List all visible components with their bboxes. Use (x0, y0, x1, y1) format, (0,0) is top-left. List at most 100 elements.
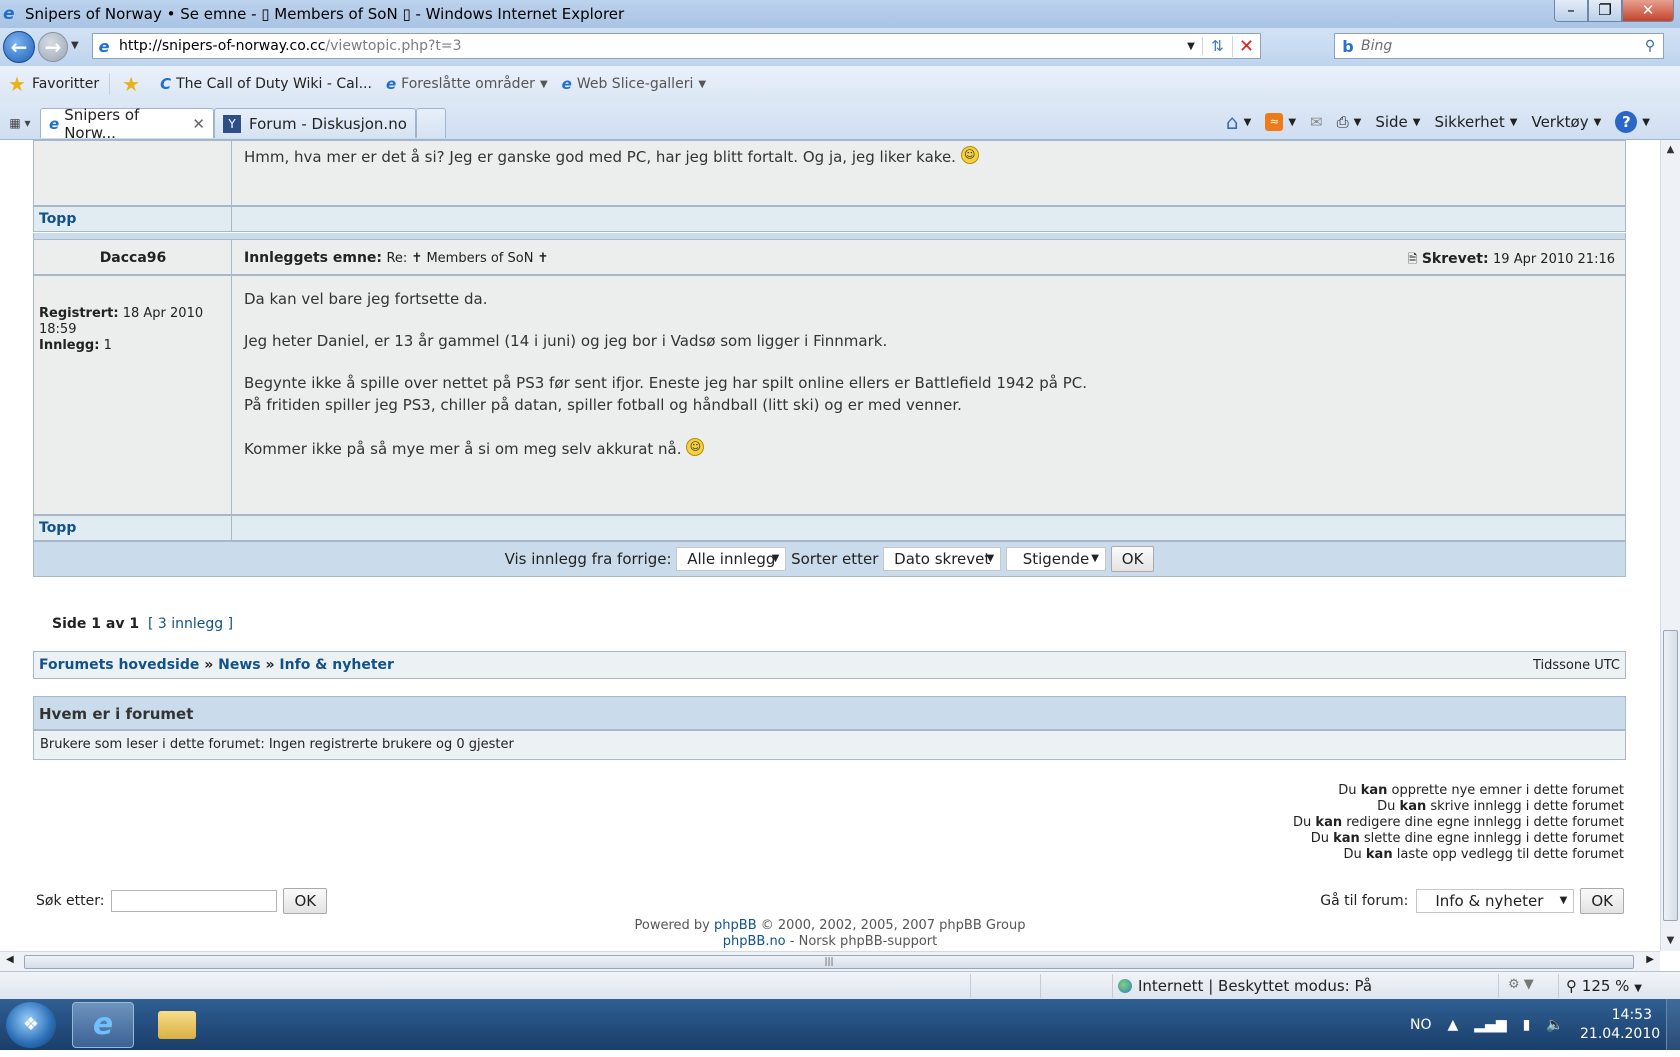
add-favorite-icon: ★ (122, 72, 141, 96)
show-desktop-button[interactable] (1666, 999, 1680, 1050)
sort-by-select[interactable]: Dato skrevet ▼ (883, 547, 1002, 571)
top-link[interactable]: Topp (39, 211, 76, 227)
registered-date: 18 Apr 2010 (122, 306, 204, 321)
favorites-button[interactable]: ★ Favoritter (8, 72, 99, 96)
taskbar-explorer-button[interactable] (146, 1002, 208, 1048)
help-button[interactable]: ? ▼ (1615, 111, 1650, 133)
scroll-up-icon[interactable]: ▲ (1661, 140, 1680, 160)
print-button[interactable]: ⎙ ▼ (1337, 113, 1362, 131)
add-favorite-button[interactable]: ★ (122, 72, 146, 96)
taskbar-ie-button[interactable]: e (72, 1002, 134, 1048)
horizontal-scrollbar[interactable]: ◀ ||| ▶ (0, 951, 1660, 971)
new-tab-button[interactable] (416, 108, 446, 138)
volume-icon[interactable]: 🔈 (1546, 1017, 1563, 1033)
mail-button[interactable]: ✉ (1310, 113, 1323, 131)
sort-order-select[interactable]: Stigende ▼ (1005, 547, 1106, 571)
search-box[interactable]: b Bing ⚲ (1334, 33, 1664, 59)
page-footer: Powered by phpBB © 2000, 2002, 2005, 200… (634, 918, 1026, 949)
navigation-bar: ← → ▼ e http://snipers-of-norway.co.cc/v… (0, 28, 1680, 66)
home-button[interactable]: ⌂ ▼ (1226, 110, 1251, 134)
back-button[interactable]: ← (3, 31, 35, 63)
taskbar: ❖ e NO ▲ ▂▄▆ ▮ 🔈 14:53 21.04.2010 (0, 999, 1680, 1050)
power-icon[interactable]: ▮ (1523, 1017, 1531, 1033)
chevron-down-icon: ▼ (771, 553, 780, 564)
registered-time: 18:59 (39, 322, 77, 337)
search-form: Søk etter: OK (36, 888, 328, 914)
post-line: Da kan vel bare jeg fortsette da. (244, 290, 488, 308)
scroll-thumb[interactable] (1663, 630, 1678, 921)
vertical-scrollbar[interactable]: ▲ ▼ (1660, 140, 1680, 951)
safety-menu[interactable]: Sikkerhet ▼ (1434, 113, 1517, 131)
post-count: [ 3 innlegg ] (147, 616, 234, 632)
window-title: Snipers of Norway • Se emne - ▯ Members … (25, 5, 625, 23)
zoom-level[interactable]: ⚲ 125 % ▼ (1566, 977, 1642, 995)
scroll-down-icon[interactable]: ▼ (1661, 931, 1680, 951)
forward-button[interactable]: → (38, 32, 68, 62)
show-posts-select[interactable]: Alle innlegg ▼ (676, 547, 787, 571)
security-zone[interactable]: Internett | Beskyttet modus: På (1118, 977, 1372, 995)
language-indicator[interactable]: NO (1410, 1017, 1432, 1033)
scroll-left-icon[interactable]: ◀ (6, 954, 14, 965)
whois-text: Brukere som leser i dette forumet: Ingen… (40, 737, 514, 752)
phpbb-no-link[interactable]: phpBB.no (723, 934, 786, 949)
refresh-icon[interactable]: ⇅ (1202, 37, 1232, 55)
forum-search-input[interactable] (111, 890, 278, 912)
posts-count: 1 (103, 338, 112, 353)
phpbb-link[interactable]: phpBB (714, 918, 757, 933)
address-dropdown-icon[interactable]: ▼ (1180, 41, 1202, 52)
fav-item-web-slice[interactable]: e Web Slice-galleri ▼ (562, 75, 706, 93)
sort-ok-button[interactable]: OK (1110, 546, 1155, 572)
post-subject-label: Innleggets emne: (244, 250, 383, 266)
breadcrumb-forum-index[interactable]: Forumets hovedside (39, 657, 199, 673)
post-line: Kommer ikke på så mye mer å si om meg se… (244, 440, 682, 458)
ie-icon: e (385, 75, 397, 93)
post-footer: Topp (33, 515, 1626, 541)
stop-icon[interactable]: ✕ (1232, 35, 1260, 57)
feeds-button[interactable]: ≈ ▼ (1265, 113, 1296, 131)
permission-line: Du kan opprette nye emner i dette forume… (1338, 783, 1624, 798)
tab-forum-diskusjon[interactable]: Y Forum - Diskusjon.no (214, 108, 416, 138)
network-icon[interactable]: ▂▄▆ (1474, 1017, 1506, 1033)
jump-forum-select[interactable]: Info & nyheter ▼ (1416, 889, 1575, 913)
tools-menu[interactable]: Verktøy ▼ (1531, 113, 1601, 131)
tab-snipers-of-norway[interactable]: e Snipers of Norw... ✕ (40, 106, 214, 142)
search-ok-button[interactable]: OK (283, 888, 328, 914)
chevron-down-icon: ▼ (986, 553, 995, 564)
search-label: Søk etter: (36, 893, 105, 909)
close-tab-icon[interactable]: ✕ (192, 115, 205, 133)
scroll-right-icon[interactable]: ▶ (1646, 954, 1654, 965)
start-button[interactable]: ❖ (6, 1002, 56, 1048)
whois-title: Hvem er i forumet (39, 705, 194, 723)
history-dropdown-icon[interactable]: ▼ (71, 40, 79, 51)
search-icon[interactable]: ⚲ (1637, 38, 1663, 54)
jump-ok-button[interactable]: OK (1580, 888, 1624, 914)
scroll-thumb-horizontal[interactable]: ||| (24, 955, 1634, 969)
quick-tabs-button[interactable]: ▦ ▾ (0, 108, 40, 138)
breadcrumb-news[interactable]: News (218, 657, 260, 673)
fav-item-suggested-sites[interactable]: e Foreslåtte områder ▼ (386, 75, 548, 93)
close-window-button[interactable]: ✕ (1622, 0, 1674, 22)
post-icon[interactable]: 🗎 (1408, 252, 1418, 266)
favorites-star-icon: ★ (8, 72, 26, 96)
window-titlebar: e Snipers of Norway • Se emne - ▯ Member… (0, 0, 1680, 28)
clock[interactable]: 14:53 21.04.2010 (1580, 1006, 1660, 1044)
fav-item-label: Foreslåtte områder (401, 76, 535, 92)
address-url[interactable]: http://snipers-of-norway.co.cc/viewtopic… (115, 38, 1180, 54)
top-link[interactable]: Topp (39, 520, 76, 536)
fav-item-cod-wiki[interactable]: C The Call of Duty Wiki - Cal... (160, 75, 372, 93)
jump-label: Gå til forum: (1320, 893, 1409, 909)
post-author[interactable]: Dacca96 (34, 250, 232, 266)
author-profile: Registrert: 18 Apr 2010 18:59 Innlegg: 1 (39, 306, 229, 354)
page-menu[interactable]: Side ▼ (1375, 113, 1420, 131)
page-icon: C (160, 75, 172, 93)
page-info: Side 1 av 1 (52, 616, 140, 632)
minimize-button[interactable]: – (1554, 0, 1588, 22)
breadcrumb-info-nyheter[interactable]: Info & nyheter (279, 657, 394, 673)
maximize-button[interactable]: ❐ (1588, 0, 1622, 22)
search-input[interactable]: Bing (1361, 38, 1637, 54)
protected-mode-icon[interactable]: ⚙ ▼ (1508, 977, 1534, 992)
tray-expand-icon[interactable]: ▲ (1448, 1017, 1459, 1033)
address-bar[interactable]: e http://snipers-of-norway.co.cc/viewtop… (92, 33, 1261, 59)
smiley-icon: ☺ (960, 146, 979, 164)
chevron-down-icon: ▼ (1559, 895, 1568, 906)
